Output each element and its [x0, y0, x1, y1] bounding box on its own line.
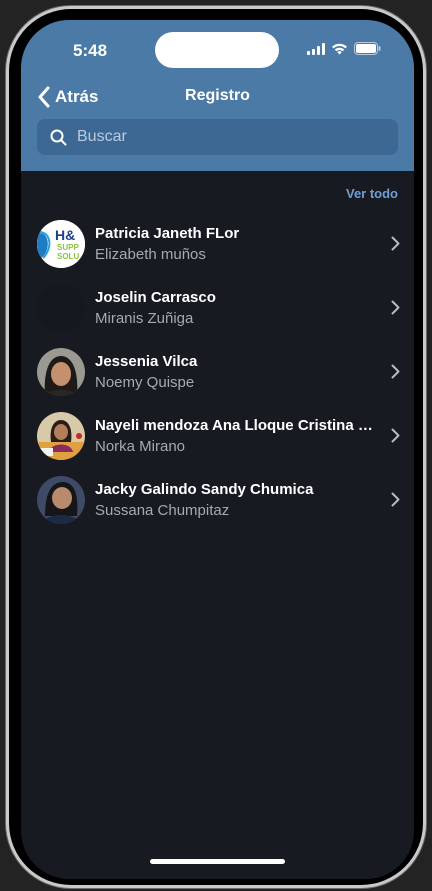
- status-time: 5:48: [73, 41, 108, 60]
- screen: 5:48 Atrás Registro Buscar Ver todo H& S…: [21, 20, 414, 879]
- chevron-right-icon: [391, 236, 400, 251]
- avatar-logo-text-top: H&: [55, 227, 75, 243]
- header: 5:48 Atrás Registro Buscar: [21, 20, 414, 171]
- avatar: [37, 476, 85, 524]
- avatar: [37, 412, 85, 460]
- list-item-title: Jacky Galindo Sandy Chumica: [95, 481, 314, 498]
- list-item-title: Nayeli mendoza Ana Lloque Cristina Huama…: [95, 417, 375, 434]
- avatar: [37, 284, 85, 332]
- search-input[interactable]: [75, 127, 398, 147]
- list-item-title: Jessenia Vilca: [95, 353, 198, 370]
- search-bar[interactable]: [37, 119, 398, 155]
- home-indicator: [150, 859, 285, 864]
- avatar: H& SUPP SOLU: [37, 220, 85, 268]
- list-item-subtitle: Elizabeth muños: [95, 246, 206, 263]
- list-item[interactable]: Nayeli mendoza Ana Lloque Cristina Huama…: [21, 404, 414, 468]
- list-item-subtitle: Miranis Zuñiga: [95, 310, 194, 327]
- signal-icon: [307, 42, 325, 60]
- list-item-text: Patricia Janeth FLor Elizabeth muños: [95, 225, 375, 263]
- list-item-subtitle: Norka Mirano: [95, 438, 186, 455]
- list-item-title: Patricia Janeth FLor: [95, 225, 240, 242]
- avatar: [37, 348, 85, 396]
- list-item-text: Joselin Carrasco Miranis Zuñiga: [95, 289, 375, 327]
- list-item-title: Joselin Carrasco: [95, 289, 216, 306]
- battery-icon: [354, 42, 381, 60]
- list-item[interactable]: Joselin Carrasco Miranis Zuñiga: [21, 276, 414, 340]
- chevron-right-icon: [391, 428, 400, 443]
- list-item[interactable]: Jessenia Vilca Noemy Quispe: [21, 340, 414, 404]
- list-item-subtitle: Sussana Chumpitaz: [95, 502, 230, 519]
- list-item[interactable]: H& SUPP SOLU Patricia Janeth FLor Elizab…: [21, 212, 414, 276]
- list-item-text: Jacky Galindo Sandy Chumica Sussana Chum…: [95, 481, 375, 519]
- status-icons: [307, 42, 381, 60]
- chevron-right-icon: [391, 492, 400, 507]
- wifi-icon: [331, 42, 348, 60]
- list-item-subtitle: Noemy Quispe: [95, 374, 195, 391]
- search-icon: [50, 129, 67, 146]
- chevron-right-icon: [391, 364, 400, 379]
- avatar-logo-text-bot: SOLU: [57, 252, 79, 261]
- see-all-link[interactable]: Ver todo: [346, 186, 398, 201]
- page-title: Registro: [185, 87, 250, 104]
- avatar-logo-text-mid: SUPP: [57, 243, 79, 252]
- list-item-text: Jessenia Vilca Noemy Quispe: [95, 353, 375, 391]
- list-item-text: Nayeli mendoza Ana Lloque Cristina Huama…: [95, 417, 375, 455]
- chevron-right-icon: [391, 300, 400, 315]
- contact-list: H& SUPP SOLU Patricia Janeth FLor Elizab…: [21, 212, 414, 532]
- list-item[interactable]: Jacky Galindo Sandy Chumica Sussana Chum…: [21, 468, 414, 532]
- dynamic-island: [155, 32, 279, 68]
